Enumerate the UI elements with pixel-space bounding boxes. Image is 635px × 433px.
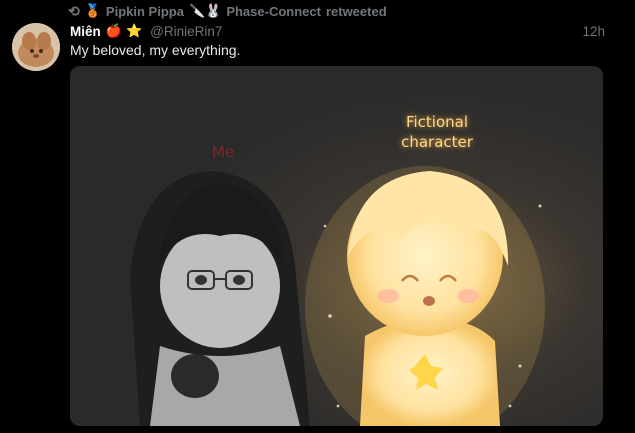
retweeter-badge: 🥉 [84,3,101,18]
retweet-icon: ⟲ [68,2,80,19]
retweeted-label: retweeted [325,3,387,19]
timestamp[interactable]: 12h [582,24,605,39]
retweeter-name-1[interactable]: Pipkin Pippa [106,4,184,19]
retweeter-icons: 🔪🐰 [188,3,222,18]
retweet-header[interactable]: ⟲ 🥉 Pipkin Pippa 🔪🐰 Phase-Connect retwee… [68,2,387,20]
label-fictional-character: Fictional character [401,113,473,151]
label-me: Me [211,142,235,162]
tweet-image[interactable]: Me Fictional character [70,66,603,426]
avatar[interactable] [12,23,60,71]
tweet-header: Miên 🍎 ⭐ @RinieRin7 12h [70,22,605,40]
tweet-text: My beloved, my everything. [70,42,241,58]
author-name[interactable]: Miên [70,24,101,39]
author-handle[interactable]: @RinieRin7 [150,24,222,39]
star-badge: ⭐ [125,23,143,38]
retweeter-name-2[interactable]: Phase-Connect [226,4,321,19]
apple-badge: 🍎 [105,23,122,38]
